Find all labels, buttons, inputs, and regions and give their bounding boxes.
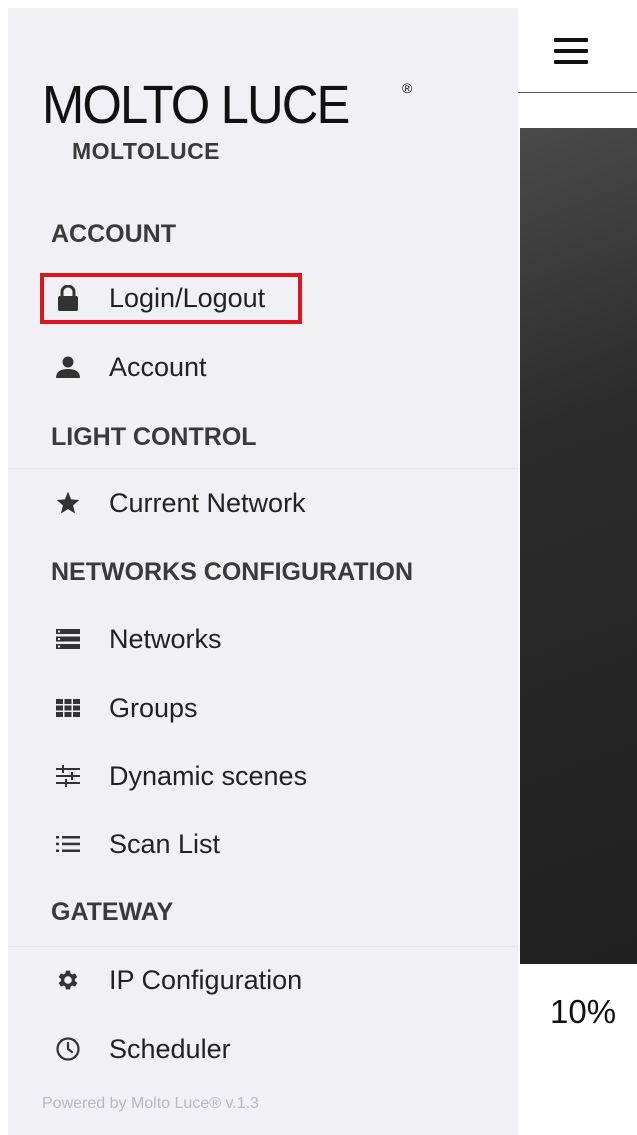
divider <box>8 468 518 469</box>
menu-item-ip-configuration[interactable]: IP Configuration <box>42 956 482 1004</box>
menu-item-current-network[interactable]: Current Network <box>42 479 482 527</box>
grid-icon <box>48 694 88 722</box>
menu-item-label: Current Network <box>109 487 306 518</box>
section-gateway: GATEWAY <box>51 898 174 926</box>
clock-icon <box>48 1035 88 1063</box>
menu-item-label: Groups <box>109 692 198 723</box>
sliders-icon <box>48 762 88 790</box>
menu-item-groups[interactable]: Groups <box>42 684 482 732</box>
registered-mark: ® <box>402 80 413 96</box>
menu-item-networks[interactable]: Networks <box>42 615 482 663</box>
star-icon <box>48 489 88 517</box>
app-screen: 10% MOLTO LUCE ® MOLTOLUCE ACCOUNT Login… <box>0 0 637 1135</box>
menu-item-scan-list[interactable]: Scan List <box>42 820 482 868</box>
side-drawer: MOLTO LUCE ® MOLTOLUCE ACCOUNT Login/Log… <box>8 8 518 1135</box>
section-light-control: LIGHT CONTROL <box>51 423 257 451</box>
menu-item-label: Scan List <box>109 828 221 859</box>
menu-item-scheduler[interactable]: Scheduler <box>42 1025 482 1073</box>
light-level-panel[interactable] <box>520 128 637 964</box>
menu-item-label: IP Configuration <box>109 964 303 995</box>
light-level-value: 10% <box>550 993 617 1030</box>
menu-item-dynamic-scenes[interactable]: Dynamic scenes <box>42 752 482 800</box>
menu-item-label: Account <box>109 351 207 382</box>
menu-item-account[interactable]: Account <box>42 343 482 391</box>
selection-highlight <box>40 273 302 324</box>
section-account: ACCOUNT <box>51 220 176 248</box>
menu-item-label: Scheduler <box>109 1033 231 1064</box>
server-list-icon <box>48 625 88 653</box>
person-icon <box>48 353 88 381</box>
gear-icon <box>48 966 88 994</box>
section-networks-configuration: NETWORKS CONFIGURATION <box>51 558 414 586</box>
divider <box>8 946 518 947</box>
list-icon <box>48 830 88 858</box>
main-content: 10% <box>518 0 637 1135</box>
logo-wordmark: MOLTO LUCE <box>42 75 350 135</box>
header-divider <box>518 92 637 93</box>
footer-version: Powered by Molto Luce® v.1.3 <box>42 1095 259 1112</box>
hamburger-menu-icon[interactable] <box>554 38 588 64</box>
brand-logo: MOLTO LUCE ® <box>42 78 422 138</box>
menu-item-label: Networks <box>109 623 222 654</box>
brand-subtitle: MOLTOLUCE <box>72 138 221 164</box>
menu-item-label: Dynamic scenes <box>109 760 308 791</box>
